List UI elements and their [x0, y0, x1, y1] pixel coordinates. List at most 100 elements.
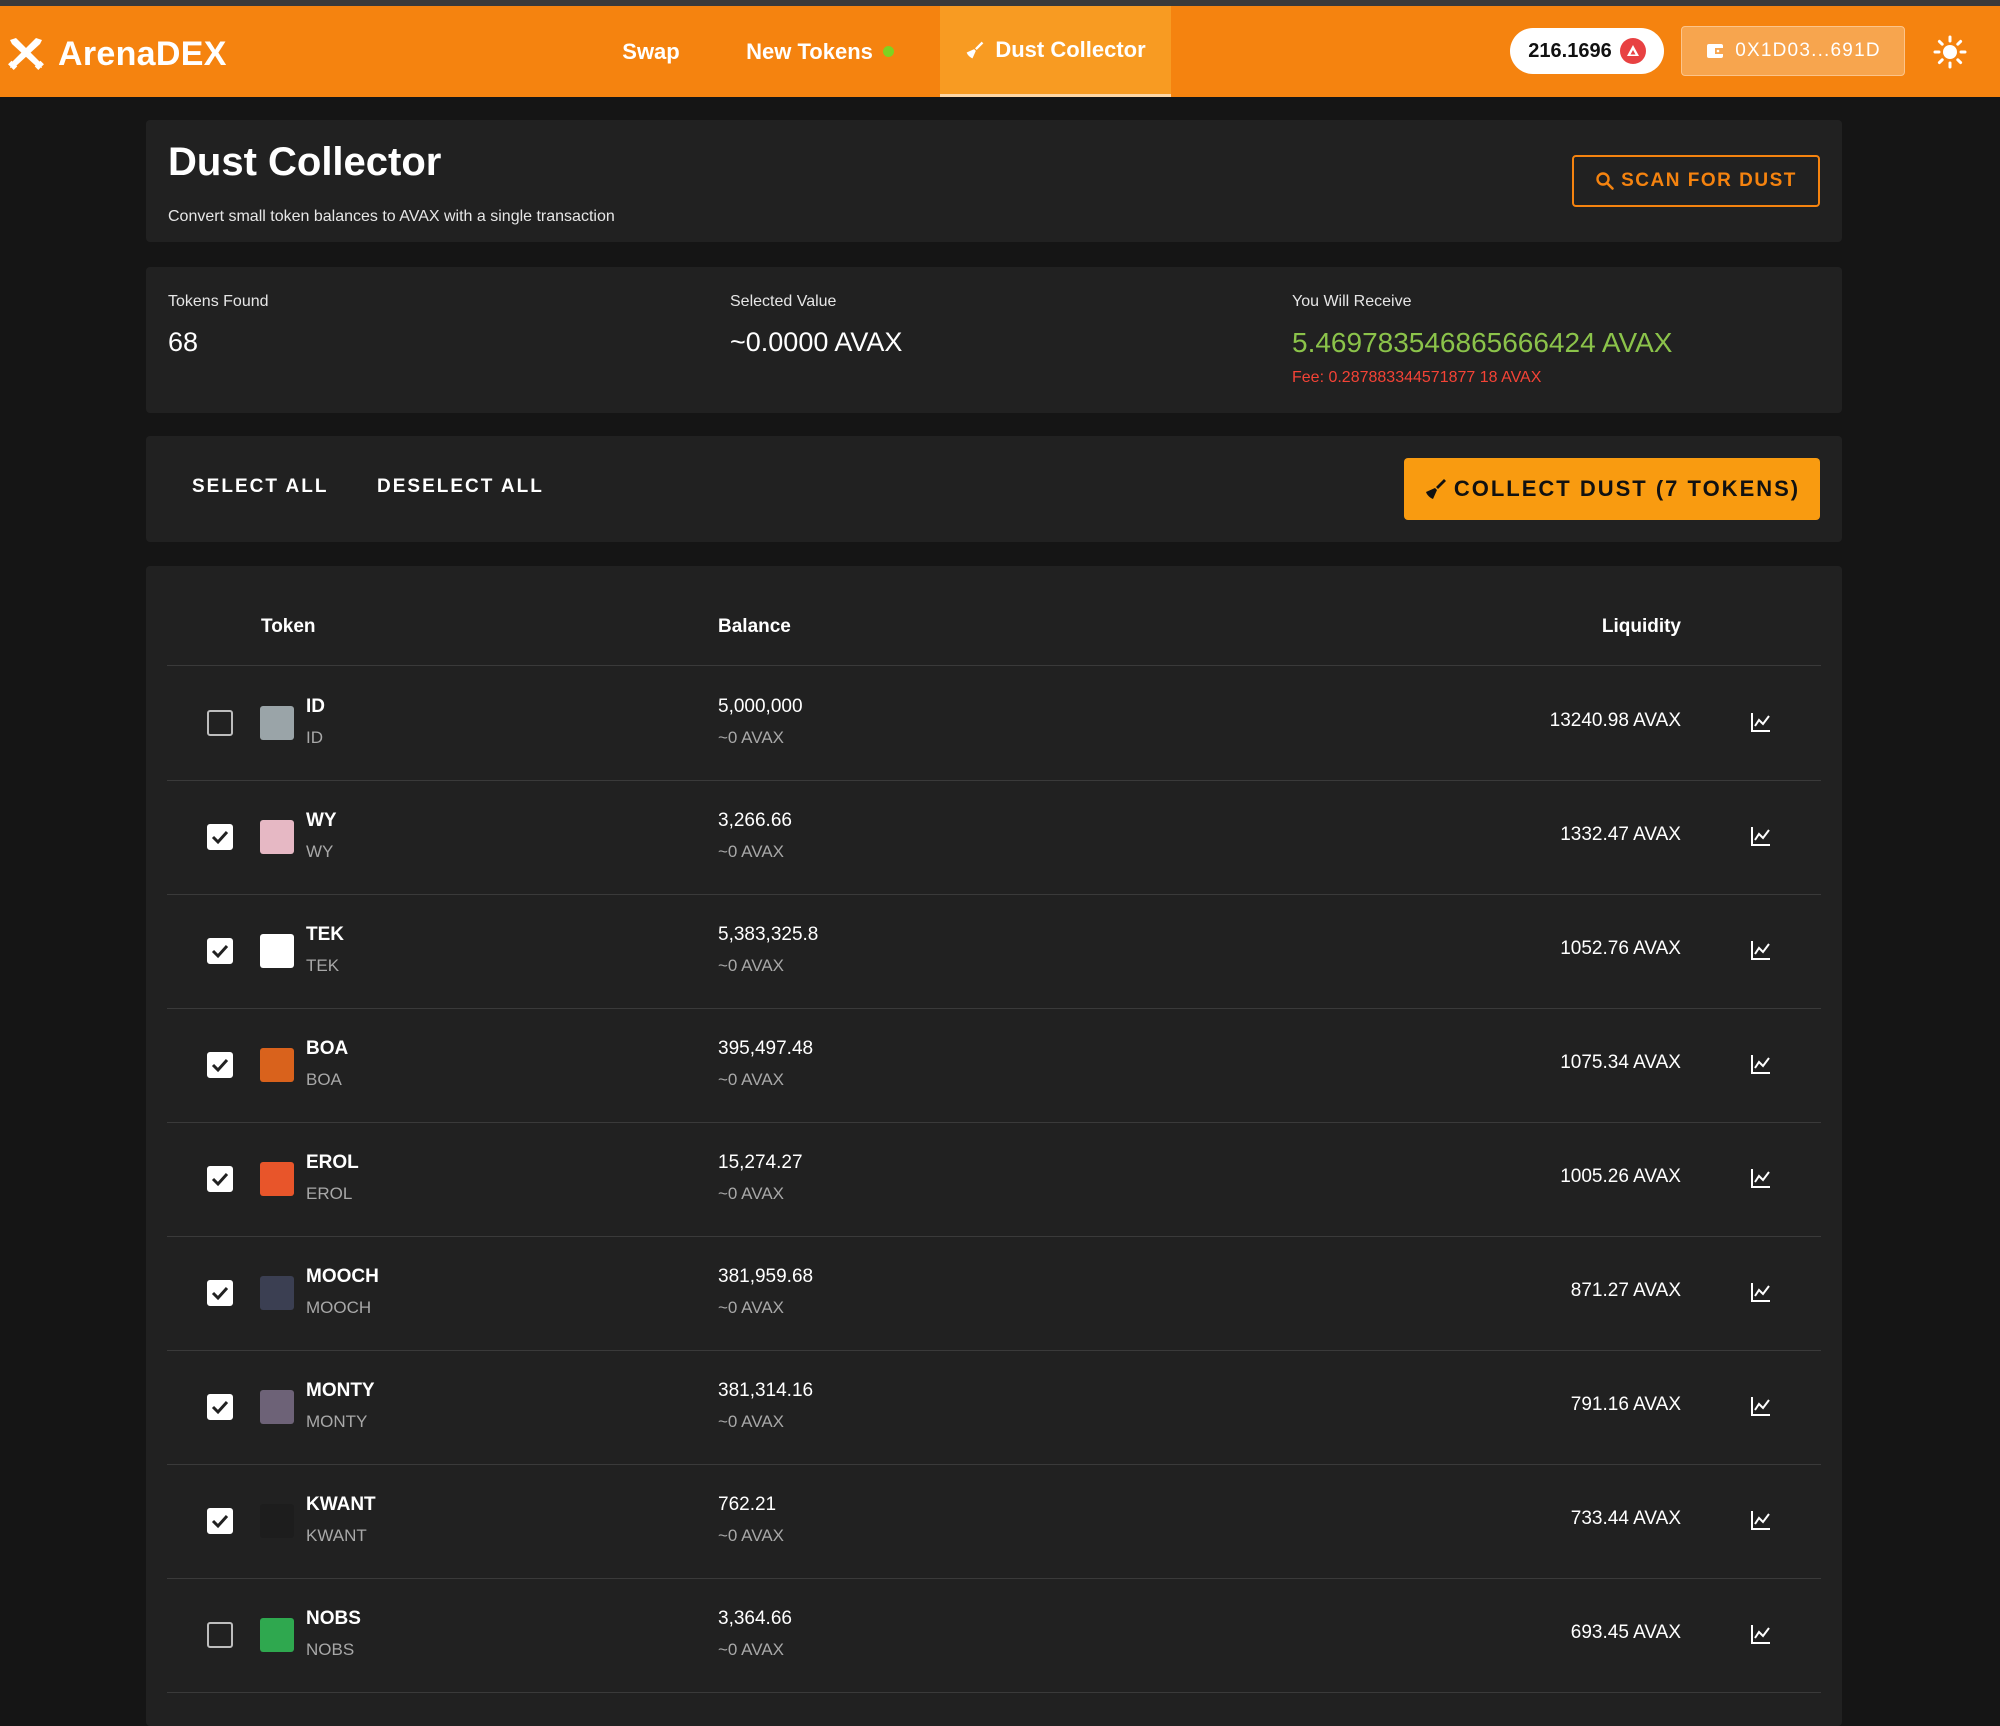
token-balance: 5,000,000	[718, 696, 803, 717]
column-header-balance: Balance	[718, 616, 791, 637]
token-balance-value: ~0 AVAX	[718, 842, 784, 861]
token-name: BOA	[306, 1038, 349, 1059]
token-liquidity: 791.16 AVAX	[1570, 1394, 1681, 1415]
chart-icon[interactable]	[1749, 824, 1773, 848]
token-name: MONTY	[306, 1380, 375, 1401]
token-table: Token Balance Liquidity ID ID 5,000,000 …	[146, 566, 1842, 1726]
scan-for-dust-label: SCAN FOR DUST	[1621, 170, 1797, 191]
app-name: ArenaDEX	[58, 34, 227, 73]
scan-for-dust-button[interactable]: SCAN FOR DUST	[1572, 155, 1820, 207]
avax-balance-value: 216.1696	[1528, 39, 1612, 62]
page-title: Dust Collector	[168, 140, 442, 184]
token-name: TEK	[306, 924, 344, 945]
broom-icon	[1425, 479, 1446, 499]
table-row[interactable]: ID ID 5,000,000 ~0 AVAX 13240.98 AVAX	[167, 666, 1821, 781]
token-liquidity: 693.45 AVAX	[1570, 1622, 1681, 1643]
token-liquidity: 1332.47 AVAX	[1560, 824, 1681, 845]
chart-icon[interactable]	[1749, 1280, 1773, 1304]
logo[interactable]: ArenaDEX	[6, 34, 227, 74]
token-symbol: ID	[306, 728, 323, 747]
token-balance-value: ~0 AVAX	[718, 1640, 784, 1659]
token-balance-value: ~0 AVAX	[718, 956, 784, 975]
token-balance-value: ~0 AVAX	[718, 1412, 784, 1431]
nav-swap-label: Swap	[622, 38, 680, 64]
checkmark-icon	[211, 1172, 229, 1187]
row-checkbox[interactable]	[207, 1052, 233, 1078]
theme-toggle-sun-icon[interactable]	[1933, 35, 1967, 69]
row-checkbox[interactable]	[207, 1166, 233, 1192]
actions-card: SELECT ALL DESELECT ALL COLLECT DUST (7 …	[146, 436, 1842, 542]
selected-value-label: Selected Value	[730, 293, 837, 310]
stats-card: Tokens Found 68 Selected Value ~0.0000 A…	[146, 267, 1842, 413]
token-balance: 395,497.48	[718, 1038, 814, 1059]
token-symbol: EROL	[306, 1184, 353, 1203]
id-token-icon	[260, 706, 294, 740]
chart-icon[interactable]	[1749, 1394, 1773, 1418]
table-row[interactable]: BOA BOA 395,497.48 ~0 AVAX 1075.34 AVAX	[167, 1008, 1821, 1123]
live-dot-icon	[882, 46, 894, 57]
avax-balance[interactable]: 216.1696	[1510, 28, 1664, 74]
row-checkbox[interactable]	[207, 1280, 233, 1306]
token-symbol: NOBS	[306, 1640, 355, 1659]
token-balance-value: ~0 AVAX	[718, 1526, 784, 1545]
table-row[interactable]: MOOCH MOOCH 381,959.68 ~0 AVAX 871.27 AV…	[167, 1236, 1821, 1351]
table-row[interactable]: WY WY 3,266.66 ~0 AVAX 1332.47 AVAX	[167, 780, 1821, 895]
chart-icon[interactable]	[1749, 1508, 1773, 1532]
chart-icon[interactable]	[1749, 938, 1773, 962]
chart-icon[interactable]	[1749, 1622, 1773, 1646]
table-row[interactable]: TEK TEK 5,383,325.8 ~0 AVAX 1052.76 AVAX	[167, 894, 1821, 1009]
table-row[interactable]: NOBS NOBS 3,364.66 ~0 AVAX 693.45 AVAX	[167, 1578, 1821, 1693]
row-checkbox[interactable]	[207, 1394, 233, 1420]
token-balance: 762.21	[718, 1494, 777, 1515]
collect-dust-button[interactable]: COLLECT DUST (7 TOKENS)	[1404, 458, 1820, 520]
monty-token-icon	[260, 1390, 294, 1424]
deselect-all-button[interactable]: DESELECT ALL	[377, 476, 544, 498]
token-name: WY	[306, 810, 337, 831]
erol-token-icon	[260, 1162, 294, 1196]
row-checkbox[interactable]	[207, 824, 233, 850]
nav-new-tokens-label: New Tokens	[746, 38, 873, 64]
token-symbol: MONTY	[306, 1412, 368, 1431]
select-all-button[interactable]: SELECT ALL	[192, 476, 328, 498]
tokens-found-value: 68	[168, 327, 199, 357]
token-balance: 381,959.68	[718, 1266, 814, 1287]
kwant-token-icon	[260, 1504, 294, 1538]
row-checkbox[interactable]	[207, 1508, 233, 1534]
row-checkbox[interactable]	[207, 938, 233, 964]
table-row[interactable]: EROL EROL 15,274.27 ~0 AVAX 1005.26 AVAX	[167, 1122, 1821, 1237]
token-name: ID	[306, 696, 325, 717]
token-name: NOBS	[306, 1608, 361, 1629]
tek-token-icon	[260, 934, 294, 968]
nav-dust-collector[interactable]: Dust Collector	[940, 6, 1171, 97]
receive-value: 5.469783546865666424 AVAX	[1292, 327, 1673, 358]
wallet-icon	[1707, 44, 1724, 58]
table-row[interactable]: KWANT KWANT 762.21 ~0 AVAX 733.44 AVAX	[167, 1464, 1821, 1579]
nav-new-tokens[interactable]: New Tokens	[730, 6, 910, 97]
chart-icon[interactable]	[1749, 710, 1773, 734]
search-icon	[1596, 172, 1614, 190]
token-balance: 5,383,325.8	[718, 924, 819, 945]
checkmark-icon	[211, 1514, 229, 1529]
chart-icon[interactable]	[1749, 1166, 1773, 1190]
wallet-button[interactable]: 0X1D03...691D	[1681, 26, 1905, 76]
token-liquidity: 1005.26 AVAX	[1560, 1166, 1681, 1187]
token-balance-value: ~0 AVAX	[718, 1298, 784, 1317]
nav-swap[interactable]: Swap	[600, 6, 702, 97]
title-card: Dust Collector Convert small token balan…	[146, 120, 1842, 242]
stat-selected-value: Selected Value ~0.0000 AVAX	[730, 293, 902, 358]
chart-icon[interactable]	[1749, 1052, 1773, 1076]
token-symbol: BOA	[306, 1070, 342, 1089]
row-checkbox[interactable]	[207, 1622, 233, 1648]
token-symbol: KWANT	[306, 1526, 367, 1545]
tokens-found-label: Tokens Found	[168, 293, 269, 310]
token-liquidity: 871.27 AVAX	[1570, 1280, 1681, 1301]
column-header-token: Token	[261, 616, 316, 637]
token-liquidity: 13240.98 AVAX	[1549, 710, 1681, 731]
token-name: KWANT	[306, 1494, 376, 1515]
row-checkbox[interactable]	[207, 710, 233, 736]
checkmark-icon	[211, 1286, 229, 1301]
token-balance-value: ~0 AVAX	[718, 1184, 784, 1203]
table-row[interactable]: MONTY MONTY 381,314.16 ~0 AVAX 791.16 AV…	[167, 1350, 1821, 1465]
checkmark-icon	[211, 944, 229, 959]
boa-token-icon	[260, 1048, 294, 1082]
